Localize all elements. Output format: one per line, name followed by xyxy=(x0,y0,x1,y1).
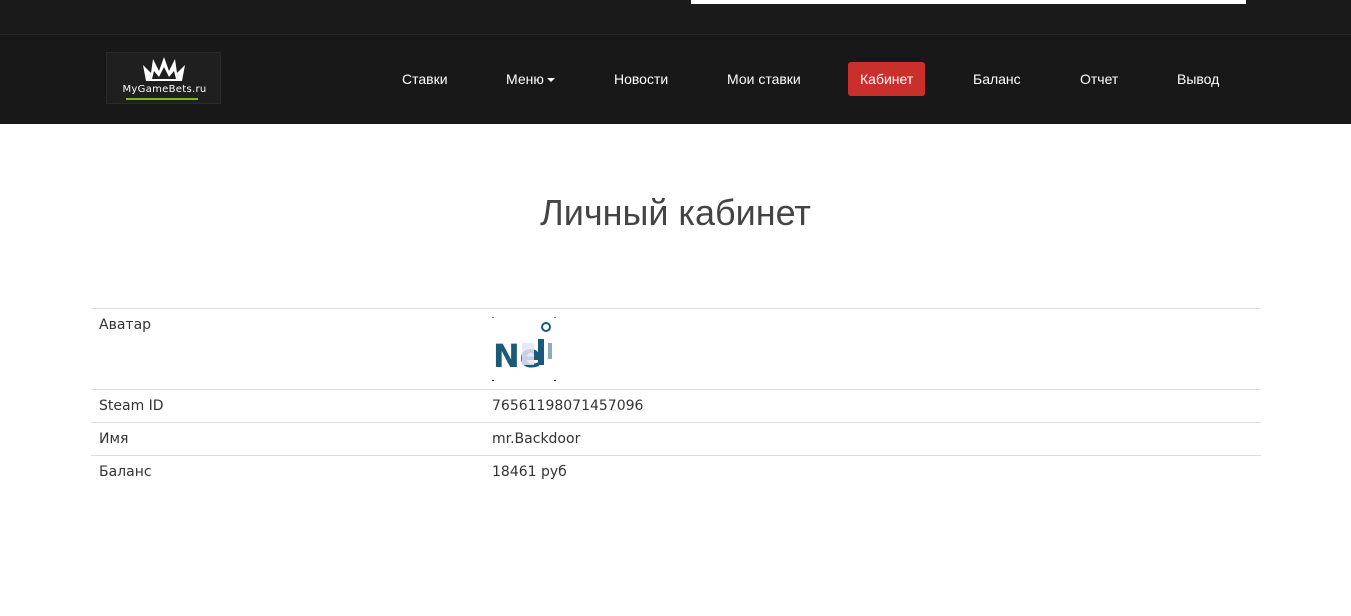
nav-stavki[interactable]: Ставки xyxy=(402,62,448,96)
nav-cabinet[interactable]: Кабинет xyxy=(848,62,926,96)
nav-withdraw[interactable]: Вывод xyxy=(1177,62,1219,96)
caret-down-icon xyxy=(546,78,555,83)
nav-news[interactable]: Новости xyxy=(614,62,668,96)
balance-label: Баланс xyxy=(91,455,484,488)
site-logo[interactable]: MyGameBets.ru xyxy=(106,52,221,104)
table-row: Баланс 18461 руб xyxy=(91,455,1261,488)
nav-my-bets[interactable]: Мои ставки xyxy=(727,62,801,96)
name-label: Имя xyxy=(91,422,484,456)
top-search-input[interactable] xyxy=(691,0,1246,4)
balance-value: 18461 руб xyxy=(484,455,1261,488)
crown-icon xyxy=(143,57,185,81)
logo-text: MyGameBets.ru xyxy=(122,84,207,95)
table-row: Аватар Ne xyxy=(91,308,1261,390)
nav-balance[interactable]: Баланс xyxy=(973,62,1021,96)
logo-underline xyxy=(126,98,198,100)
avatar-cell: Ne xyxy=(484,308,1261,390)
nav-report[interactable]: Отчет xyxy=(1080,62,1118,96)
table-row: Steam ID 76561198071457096 xyxy=(91,389,1261,423)
page-title: Личный кабинет xyxy=(540,192,811,233)
steam-id-value: 76561198071457096 xyxy=(484,389,1261,423)
steam-id-label: Steam ID xyxy=(91,389,484,423)
avatar-text: Ne xyxy=(493,337,541,375)
nav-menu-dropdown[interactable]: Меню xyxy=(506,62,555,96)
nav-menu-label: Меню xyxy=(506,71,544,87)
avatar-label: Аватар xyxy=(91,308,484,390)
table-row: Имя mr.Backdoor xyxy=(91,422,1261,456)
name-value: mr.Backdoor xyxy=(484,422,1261,456)
profile-table: Аватар Ne Steam ID 76561198071457096 Имя… xyxy=(91,308,1261,488)
main-navbar: MyGameBets.ru Ставки Меню Новости Мои ст… xyxy=(0,35,1351,124)
avatar: Ne xyxy=(492,317,556,381)
top-bar xyxy=(0,0,1351,35)
